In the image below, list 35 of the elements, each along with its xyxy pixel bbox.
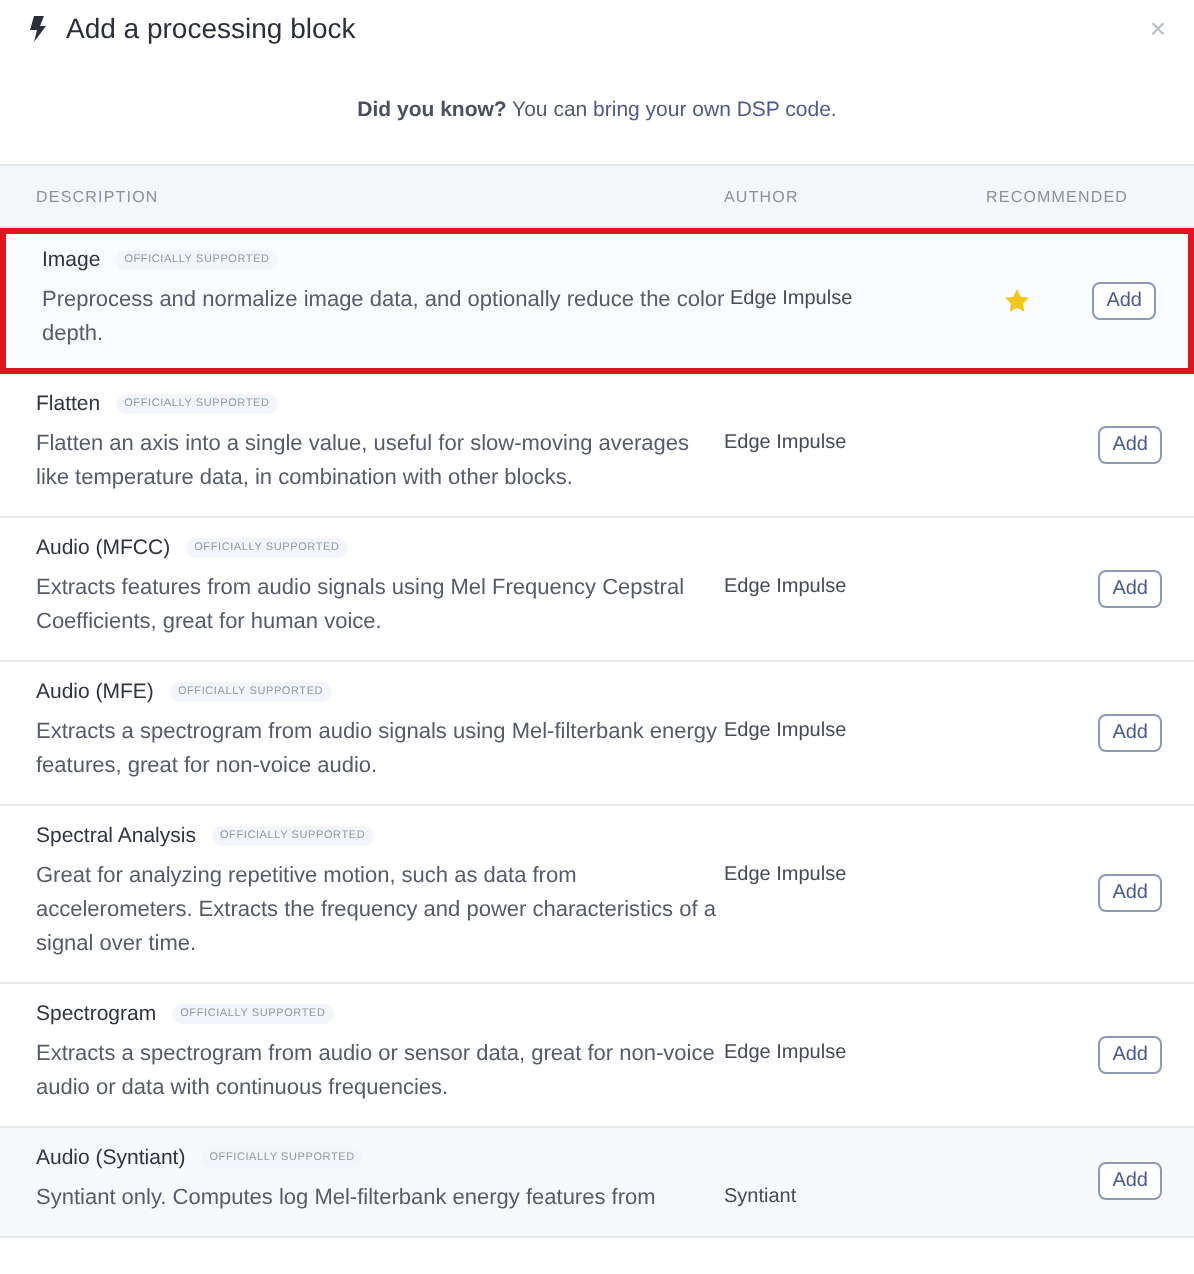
author-name: Edge Impulse <box>724 720 849 742</box>
column-heading: AUTHOR <box>724 187 801 205</box>
add-button[interactable]: Add <box>1092 281 1156 319</box>
block-name: Audio (Syntiant) <box>36 1146 186 1170</box>
block-name: Image <box>42 248 101 272</box>
add-button[interactable]: Add <box>1098 569 1162 607</box>
block-description: Extracts a spectrogram from audio signals using Mel-filterbank energy features, great for non-voice audio. <box>36 718 720 782</box>
block-name: Spectrogram <box>36 1002 157 1026</box>
dsp-code-link[interactable]: bring your own DSP code <box>593 98 831 122</box>
author-name: Edge Impulse <box>730 288 855 310</box>
block-description: Great for analyzing repetitive motion, such as data from accelerometers. Extracts the frequency and power characteristics of a signal over time. <box>36 862 718 960</box>
block-name: Spectral Analysis <box>36 824 196 848</box>
add-button[interactable]: Add <box>1098 425 1162 463</box>
author-name: Edge Impulse <box>724 864 849 886</box>
block-description: Syntiant only. Computes log Mel-filterbank energy features from <box>36 1184 658 1214</box>
author-name: Syntiant <box>724 1186 799 1208</box>
block-description: Extracts a spectrogram from audio or sensor data, great for non-voice audio or data with continuous frequencies. <box>36 1040 717 1104</box>
author-name: Edge Impulse <box>724 576 849 598</box>
block-name: Flatten <box>36 392 101 416</box>
column-heading: DESCRIPTION <box>34 187 161 205</box>
author-name: Edge Impulse <box>724 432 849 454</box>
add-button[interactable]: Add <box>1098 1035 1162 1073</box>
add-button[interactable]: Add <box>1098 874 1162 912</box>
dialog-title: Add a processing block <box>66 12 358 44</box>
add-button[interactable]: Add <box>1098 1162 1162 1200</box>
author-name: Edge Impulse <box>724 1042 849 1064</box>
add-button[interactable]: Add <box>1098 713 1162 751</box>
lightning-bolt-icon <box>30 15 46 41</box>
block-name: Audio (MFCC) <box>36 536 171 560</box>
tip-text: Did you know? You can bring your own DSP code. <box>357 98 837 122</box>
block-description: Flatten an axis into a single value, useful for slow-moving averages like temperature data, in combination with other blocks. <box>36 430 692 494</box>
block-description: Extracts features from audio signals using Mel Frequency Cepstral Coefficients, great for human voice. <box>36 574 687 638</box>
column-heading: RECOMMENDED <box>984 187 1131 205</box>
block-description: Preprocess and normalize image data, and optionally reduce the color depth. <box>42 286 727 350</box>
block-name: Audio (MFE) <box>36 680 154 704</box>
